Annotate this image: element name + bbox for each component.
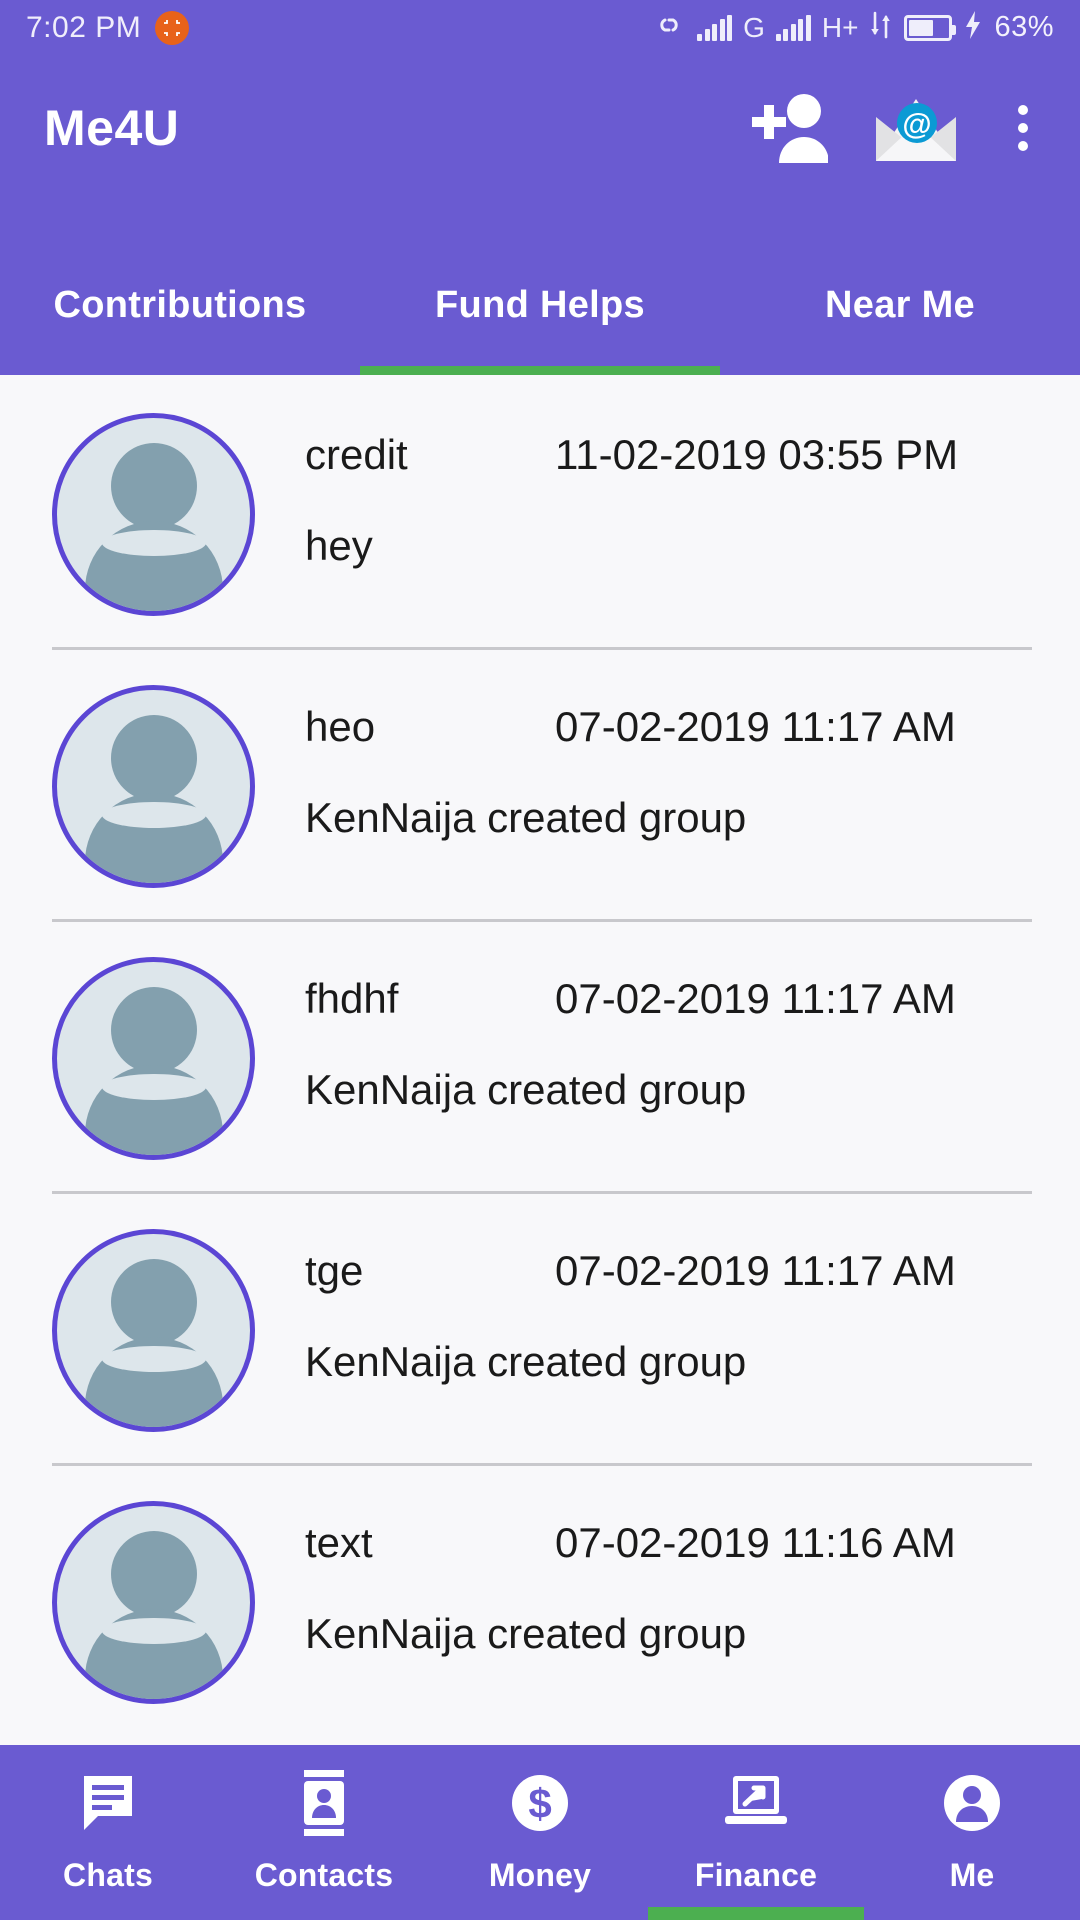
chain-link-icon [652, 11, 686, 44]
list-item-message: KenNaija created group [305, 1338, 747, 1385]
list-item-header: tge 07-02-2019 11:17 AM [305, 1247, 1036, 1295]
nav-item-me[interactable]: Me [864, 1745, 1080, 1920]
app-bar: Me4U @ [0, 55, 1080, 200]
dollar-circle-icon: $ [509, 1764, 571, 1842]
list-item-timestamp: 07-02-2019 11:16 AM [555, 1519, 956, 1566]
nav-item-label: Me [949, 1856, 995, 1893]
add-person-icon[interactable] [742, 89, 828, 167]
data-transfer-arrows-icon [869, 10, 893, 45]
list-item-name: fhdhf [305, 975, 399, 1022]
fund-helps-list[interactable]: credit 11-02-2019 03:55 PM hey heo 07-02… [0, 375, 1080, 1745]
app-root: 7:02 PM G H+ 63% Me4U @ Contributions Fu… [0, 0, 1080, 1920]
list-item-header: text 07-02-2019 11:16 AM [305, 1519, 1036, 1567]
nav-item-label: Money [488, 1856, 592, 1893]
list-item-message: KenNaija created group [305, 1610, 747, 1657]
list-item-timestamp: 07-02-2019 11:17 AM [555, 975, 956, 1022]
signal-bars-icon [697, 14, 733, 41]
list-item-header: credit 11-02-2019 03:55 PM [305, 431, 1036, 479]
more-vertical-icon[interactable] [1004, 99, 1042, 157]
nav-item-label: Finance [694, 1856, 818, 1893]
default-user-avatar-icon [52, 957, 255, 1160]
list-item-timestamp: 11-02-2019 03:55 PM [555, 431, 959, 478]
nav-item-contacts[interactable]: Contacts [216, 1745, 432, 1920]
tab-bar: Contributions Fund Helps Near Me [0, 200, 1080, 375]
list-item-message: hey [305, 522, 373, 569]
list-item[interactable]: heo 07-02-2019 11:17 AM KenNaija created… [0, 647, 1080, 919]
list-item[interactable]: credit 11-02-2019 03:55 PM hey [0, 375, 1080, 647]
chat-bubble-icon [78, 1764, 138, 1842]
tab-near-me[interactable]: Near Me [720, 284, 1080, 375]
default-user-avatar-icon [52, 1501, 255, 1704]
nav-item-finance[interactable]: Finance [648, 1745, 864, 1920]
battery-icon [904, 14, 957, 41]
network-type-label-1: G [743, 11, 765, 43]
svg-text:$: $ [528, 1780, 551, 1827]
list-item-header: fhdhf 07-02-2019 11:17 AM [305, 975, 1036, 1023]
list-item-header: heo 07-02-2019 11:17 AM [305, 703, 1036, 751]
svg-text:@: @ [902, 108, 931, 141]
list-item[interactable]: text 07-02-2019 11:16 AM KenNaija create… [0, 1463, 1080, 1735]
app-title: Me4U [44, 99, 180, 156]
contact-card-icon [296, 1764, 352, 1842]
list-item-body: credit 11-02-2019 03:55 PM hey [255, 407, 1036, 570]
list-item-message: KenNaija created group [305, 1066, 747, 1113]
default-user-avatar-icon [52, 1229, 255, 1432]
list-item-timestamp: 07-02-2019 11:17 AM [555, 1247, 956, 1294]
list-item-body: heo 07-02-2019 11:17 AM KenNaija created… [255, 679, 1036, 842]
list-item-timestamp: 07-02-2019 11:17 AM [555, 703, 956, 750]
screenshot-capture-icon[interactable] [155, 10, 190, 45]
tab-contributions[interactable]: Contributions [0, 284, 360, 375]
nav-item-label: Contacts [254, 1856, 394, 1893]
list-item-name: tge [305, 1247, 364, 1294]
laptop-arrow-icon [721, 1764, 791, 1842]
nav-item-money[interactable]: $ Money [432, 1745, 648, 1920]
status-bar-icons: G H+ 63% [652, 10, 1054, 45]
default-user-avatar-icon [52, 685, 255, 888]
battery-percent-label: 63% [994, 11, 1054, 43]
person-icon [941, 1764, 1003, 1842]
network-type-label-2: H+ [821, 11, 859, 43]
email-envelope-icon[interactable]: @ [874, 91, 958, 165]
list-item-body: tge 07-02-2019 11:17 AM KenNaija created… [255, 1223, 1036, 1386]
list-item-body: fhdhf 07-02-2019 11:17 AM KenNaija creat… [255, 951, 1036, 1114]
tab-fund-helps[interactable]: Fund Helps [360, 284, 720, 375]
list-item-name: heo [305, 703, 376, 750]
default-user-avatar-icon [52, 413, 255, 616]
app-bar-actions: @ [742, 89, 1042, 167]
status-bar: 7:02 PM G H+ 63% [0, 0, 1080, 55]
list-item-name: credit [305, 431, 408, 478]
list-item-body: text 07-02-2019 11:16 AM KenNaija create… [255, 1495, 1036, 1658]
list-item[interactable]: tge 07-02-2019 11:17 AM KenNaija created… [0, 1191, 1080, 1463]
bottom-navigation: Chats Contacts $ Money Finance Me [0, 1745, 1080, 1920]
nav-item-chats[interactable]: Chats [0, 1745, 216, 1920]
list-item-name: text [305, 1519, 373, 1566]
list-item[interactable]: fhdhf 07-02-2019 11:17 AM KenNaija creat… [0, 919, 1080, 1191]
charging-bolt-icon [963, 10, 983, 45]
nav-item-label: Chats [63, 1856, 153, 1893]
list-item-message: KenNaija created group [305, 794, 747, 841]
status-bar-time: 7:02 PM [26, 10, 142, 44]
signal-bars-icon [775, 14, 811, 41]
